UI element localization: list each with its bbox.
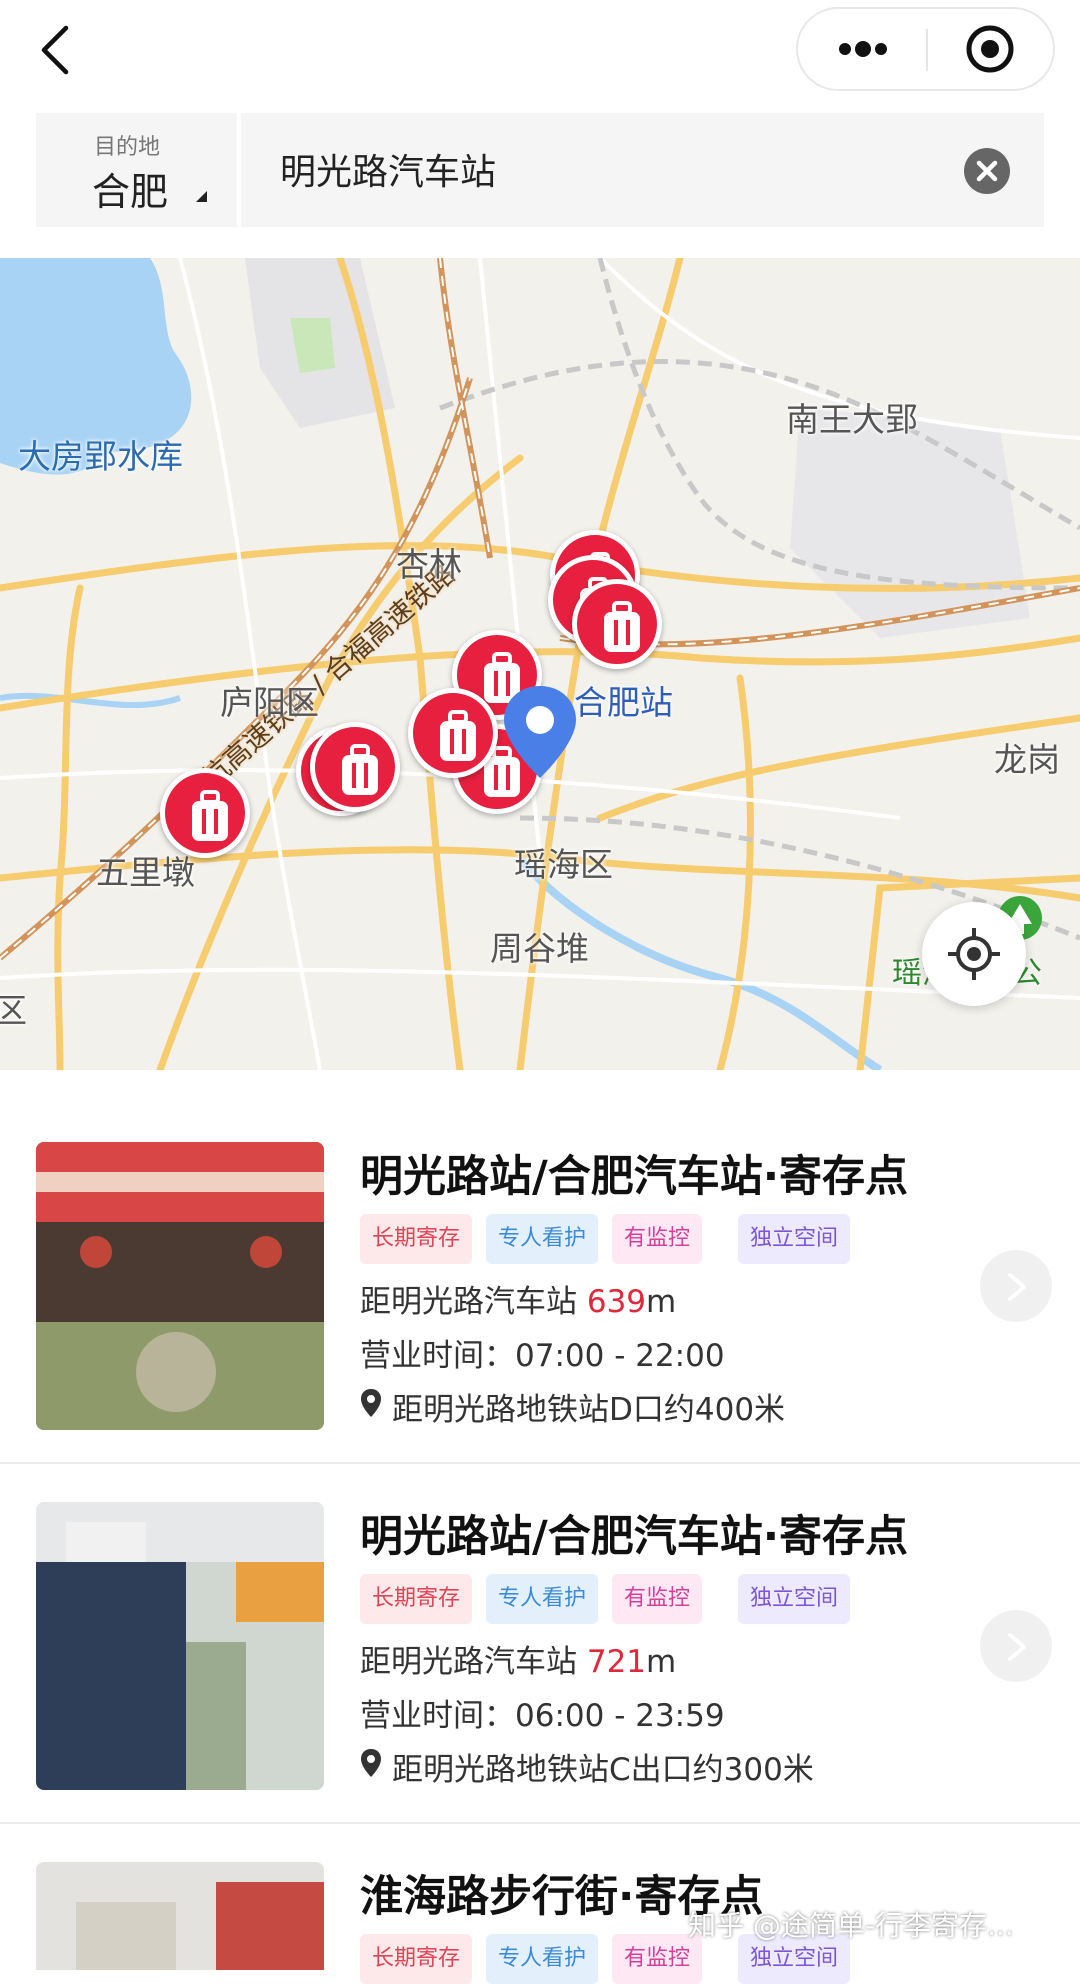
search-bar: 目的地 合肥 [36, 113, 1044, 227]
distance-value: 721 [586, 1644, 647, 1680]
capsule-divider [926, 29, 928, 71]
map-label-zhougudui: 周谷堆 [490, 929, 589, 968]
luggage-marker[interactable] [160, 768, 250, 858]
map-label-xinglin: 杏林 [396, 545, 462, 584]
storefront-photo [36, 1862, 324, 1970]
map-label-yaohai: 瑶海区 [514, 845, 613, 884]
address-text: 距明光路地铁站D口约400米 [392, 1392, 786, 1428]
tag-monitored: 有监控 [612, 1574, 703, 1624]
distance-value: 639 [586, 1284, 647, 1320]
top-nav-bar [0, 0, 1080, 105]
luggage-marker[interactable] [310, 722, 400, 812]
tag-monitored: 有监控 [612, 1214, 703, 1264]
chevron-right-icon[interactable] [980, 1610, 1052, 1682]
map-label-edge: 区 [0, 991, 27, 1030]
location-pin-icon [361, 1749, 381, 1777]
map-view[interactable]: 大房郢水库 商杭高速铁路 / 合福高速铁路 南王大郢 杏林 庐阳区 合肥站 龙岗… [0, 258, 1080, 1070]
location-pin-icon [361, 1389, 381, 1417]
locate-me-button[interactable] [922, 902, 1026, 1006]
mini-program-capsule [796, 7, 1055, 91]
distance-unit: m [646, 1644, 677, 1680]
watermark: 知乎 @途简单-行李寄存... [688, 1909, 1014, 1942]
close-target-icon[interactable] [930, 9, 1054, 89]
city-selector[interactable]: 目的地 合肥 [36, 113, 237, 227]
business-hours: 营业时间：06:00 - 23:59 [360, 1698, 725, 1734]
storage-point-card[interactable]: 淮海路步行街·寄存点 长期寄存 专人看护 有监控 独立空间 [0, 1824, 1080, 1984]
address-text: 距明光路地铁站C出口约300米 [392, 1752, 814, 1788]
search-divider [237, 113, 241, 227]
crosshair-icon [948, 928, 1000, 980]
tag-private-space: 独立空间 [738, 1214, 851, 1264]
card-title: 明光路站/合肥汽车站·寄存点 [360, 1512, 909, 1562]
distance-text: 距明光路汽车站 721m [360, 1636, 676, 1681]
storefront-photo [36, 1502, 324, 1790]
map-label-reservoir: 大房郢水库 [18, 437, 183, 476]
tag-attended: 专人看护 [486, 1574, 599, 1624]
storefront-photo [36, 1142, 324, 1430]
tag-long-term: 长期寄存 [360, 1214, 473, 1264]
tag-private-space: 独立空间 [738, 1574, 851, 1624]
map-label-hefei-station: 合肥站 [574, 683, 673, 722]
distance-prefix: 距明光路汽车站 [360, 1284, 587, 1320]
storage-point-card[interactable]: 明光路站/合肥汽车站·寄存点 长期寄存 专人看护 有监控 独立空间 距明光路汽车… [0, 1464, 1080, 1824]
more-dots-icon[interactable] [798, 9, 926, 89]
city-value: 合肥 [92, 170, 169, 214]
tag-attended: 专人看护 [486, 1214, 599, 1264]
map-label-luyang: 庐阳区 [220, 683, 319, 722]
distance-prefix: 距明光路汽车站 [360, 1644, 587, 1680]
card-title: 明光路站/合肥汽车站·寄存点 [360, 1152, 909, 1202]
search-input[interactable] [280, 139, 980, 199]
tag-attended: 专人看护 [486, 1934, 599, 1984]
luggage-marker[interactable] [408, 688, 498, 778]
distance-unit: m [646, 1284, 677, 1320]
destination-pin-icon[interactable] [500, 682, 580, 782]
city-label: 目的地 [94, 135, 161, 160]
map-label-longgang: 龙岗 [994, 740, 1060, 779]
tag-long-term: 长期寄存 [360, 1574, 473, 1624]
clear-icon[interactable] [964, 148, 1010, 194]
business-hours: 营业时间：07:00 - 22:00 [360, 1338, 725, 1374]
dropdown-caret-icon [196, 191, 207, 202]
back-icon[interactable] [30, 18, 90, 82]
tag-long-term: 长期寄存 [360, 1934, 473, 1984]
chevron-right-icon[interactable] [980, 1250, 1052, 1322]
map-label-nanwang: 南王大郢 [786, 400, 918, 439]
luggage-marker[interactable] [572, 579, 662, 669]
distance-text: 距明光路汽车站 639m [360, 1276, 676, 1321]
map-label-wulidun: 五里墩 [96, 853, 195, 892]
storage-point-card[interactable]: 明光路站/合肥汽车站·寄存点 长期寄存 专人看护 有监控 独立空间 距明光路汽车… [0, 1104, 1080, 1464]
